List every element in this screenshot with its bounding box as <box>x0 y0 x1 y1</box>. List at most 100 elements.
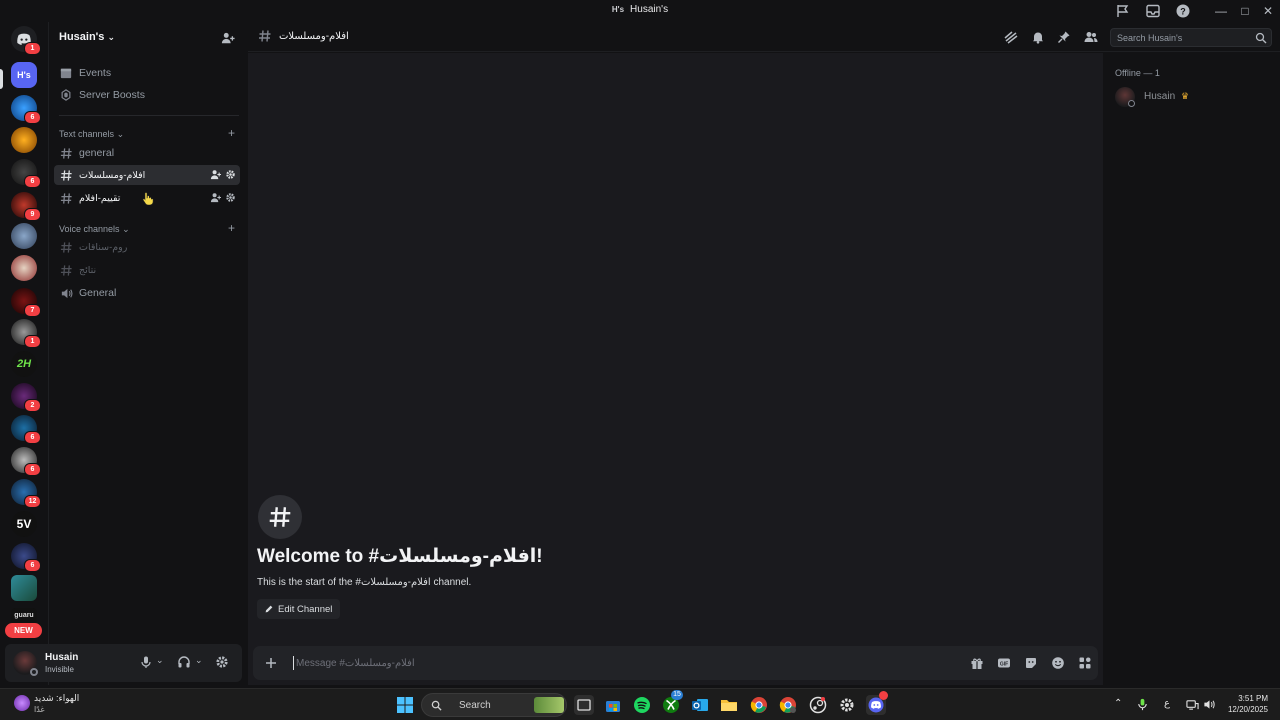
taskbar-search[interactable]: Search <box>421 693 567 717</box>
gear-icon[interactable] <box>225 169 236 180</box>
search-box[interactable] <box>1110 28 1272 47</box>
hand-cursor-icon <box>142 191 154 205</box>
steam-icon[interactable] <box>808 695 828 715</box>
flag-icon[interactable] <box>1115 3 1131 19</box>
add-voice-channel-button[interactable]: + <box>228 221 235 235</box>
server-icon-9[interactable]: 1 <box>11 319 41 348</box>
status-indicator <box>1128 100 1135 107</box>
invite-icon[interactable] <box>210 169 221 180</box>
chevron-down-icon: ⌄ <box>107 32 116 42</box>
sidebar-item-server-boosts[interactable]: Server Boosts <box>54 85 240 105</box>
server-name-dropdown[interactable]: Husain's ⌄ <box>59 31 115 43</box>
outlook-icon[interactable] <box>690 695 710 715</box>
server-icon-6[interactable] <box>11 223 37 249</box>
maximize-button[interactable]: □ <box>1233 2 1257 20</box>
emoji-icon[interactable] <box>1051 656 1065 670</box>
headphones-icon[interactable] <box>177 655 191 669</box>
server-icon-14[interactable]: 12 <box>11 479 41 508</box>
sticker-icon[interactable] <box>1024 656 1038 670</box>
server-icon-17[interactable] <box>11 575 37 601</box>
category-voice-channels[interactable]: Voice channels ⌄ <box>59 224 130 235</box>
weather-subtext: غدًا <box>34 705 45 714</box>
server-badge: 2 <box>24 399 41 412</box>
microphone-tray-icon[interactable] <box>1136 698 1150 712</box>
channel-general[interactable]: general <box>54 143 240 163</box>
minimize-button[interactable]: — <box>1209 2 1233 20</box>
server-husains[interactable]: H's <box>11 62 37 88</box>
pin-icon[interactable] <box>1057 30 1071 44</box>
chevron-up-icon[interactable]: ⌃ <box>1114 698 1128 712</box>
gift-icon[interactable] <box>970 656 984 670</box>
user-settings-gear-icon[interactable] <box>215 655 229 669</box>
microsoft-store-icon[interactable] <box>603 695 623 715</box>
discord-taskbar-icon[interactable] <box>866 691 888 715</box>
help-icon[interactable]: ? <box>1175 3 1191 19</box>
channel-aflam-wa-musalsalat[interactable]: افلام-ومسلسلات <box>54 165 240 185</box>
svg-text:GIF: GIF <box>1000 661 1008 667</box>
message-input[interactable] <box>293 656 893 670</box>
system-clock[interactable]: 3:51 PM 12/20/2025 <box>1228 693 1268 715</box>
hashtag-icon <box>60 147 74 160</box>
windows-start-icon[interactable] <box>395 695 415 715</box>
server-name: Husain's <box>59 31 105 43</box>
server-badge: 7 <box>24 304 41 317</box>
server-icon-8[interactable]: 7 <box>11 288 41 317</box>
close-button[interactable]: ✕ <box>1256 2 1280 20</box>
chevron-down-icon[interactable]: ⌄ <box>156 655 166 669</box>
xbox-badge: 15 <box>671 690 683 700</box>
file-explorer-icon[interactable] <box>719 695 739 715</box>
spotify-icon[interactable] <box>632 695 652 715</box>
add-attachment-icon[interactable] <box>264 656 278 670</box>
server-icon-15[interactable]: 5V <box>11 511 37 537</box>
bell-icon[interactable] <box>1031 30 1045 44</box>
hashtag-icon <box>60 264 74 277</box>
server-icon-4[interactable]: 6 <box>11 159 41 188</box>
discord-home-button[interactable]: 1 <box>11 26 41 55</box>
channel-label: نتائج <box>79 264 97 276</box>
search-input[interactable] <box>1117 31 1247 45</box>
invite-icon[interactable] <box>210 192 221 203</box>
server-icon-11[interactable]: 2 <box>11 383 41 412</box>
channel-sidebar: Husain's ⌄ Events Server Boosts Text cha… <box>48 22 247 685</box>
channel-label: افلام-ومسلسلات <box>79 169 146 181</box>
invite-people-icon[interactable] <box>221 31 235 45</box>
edit-channel-button[interactable]: Edit Channel <box>257 599 341 619</box>
apps-icon[interactable] <box>1078 656 1092 670</box>
volume-icon[interactable] <box>1203 698 1217 712</box>
sidebar-item-events[interactable]: Events <box>54 63 240 83</box>
category-text-channels[interactable]: Text channels ⌄ <box>59 129 124 140</box>
server-badge: 6 <box>24 463 41 476</box>
inbox-icon[interactable] <box>1145 3 1161 19</box>
server-icon-3[interactable] <box>11 127 37 153</box>
server-icon-12[interactable]: 6 <box>11 415 41 444</box>
server-icon-2[interactable]: 6 <box>11 95 41 124</box>
server-icon-16[interactable]: 6 <box>11 543 41 572</box>
new-badge[interactable]: NEW <box>5 623 42 638</box>
server-icon-5[interactable]: 9 <box>11 192 41 221</box>
server-icon-7[interactable] <box>11 255 37 281</box>
microphone-icon[interactable] <box>139 655 153 669</box>
server-icon-10[interactable]: 2H <box>11 351 37 377</box>
window-title-text: Husain's <box>630 4 669 15</box>
add-text-channel-button[interactable]: + <box>228 126 235 140</box>
chevron-down-icon[interactable]: ⌄ <box>195 655 205 669</box>
xbox-icon[interactable]: 15 <box>661 690 683 715</box>
task-view-icon[interactable] <box>574 695 594 715</box>
hashtag-icon <box>258 495 302 539</box>
chrome-icon[interactable] <box>749 695 769 715</box>
user-name[interactable]: Husain <box>45 652 78 663</box>
settings-gear-icon[interactable] <box>837 695 857 715</box>
member-list-icon[interactable] <box>1084 30 1098 44</box>
chrome-profile-icon[interactable] <box>778 695 798 715</box>
member-name[interactable]: Husain <box>1144 91 1175 102</box>
channel-room-snaqat[interactable]: روم-سناقات <box>54 237 240 257</box>
network-icon[interactable] <box>1186 698 1200 712</box>
server-icon-13[interactable]: 6 <box>11 447 41 476</box>
gif-icon[interactable]: GIF <box>997 656 1011 670</box>
channel-general-voice[interactable]: General <box>54 283 240 303</box>
gear-icon[interactable] <box>225 192 236 203</box>
window-title: H's Husain's <box>0 4 1280 15</box>
threads-icon[interactable] <box>1004 30 1018 44</box>
channel-nataej[interactable]: نتائج <box>54 260 240 280</box>
language-indicator[interactable]: ع <box>1164 698 1178 712</box>
